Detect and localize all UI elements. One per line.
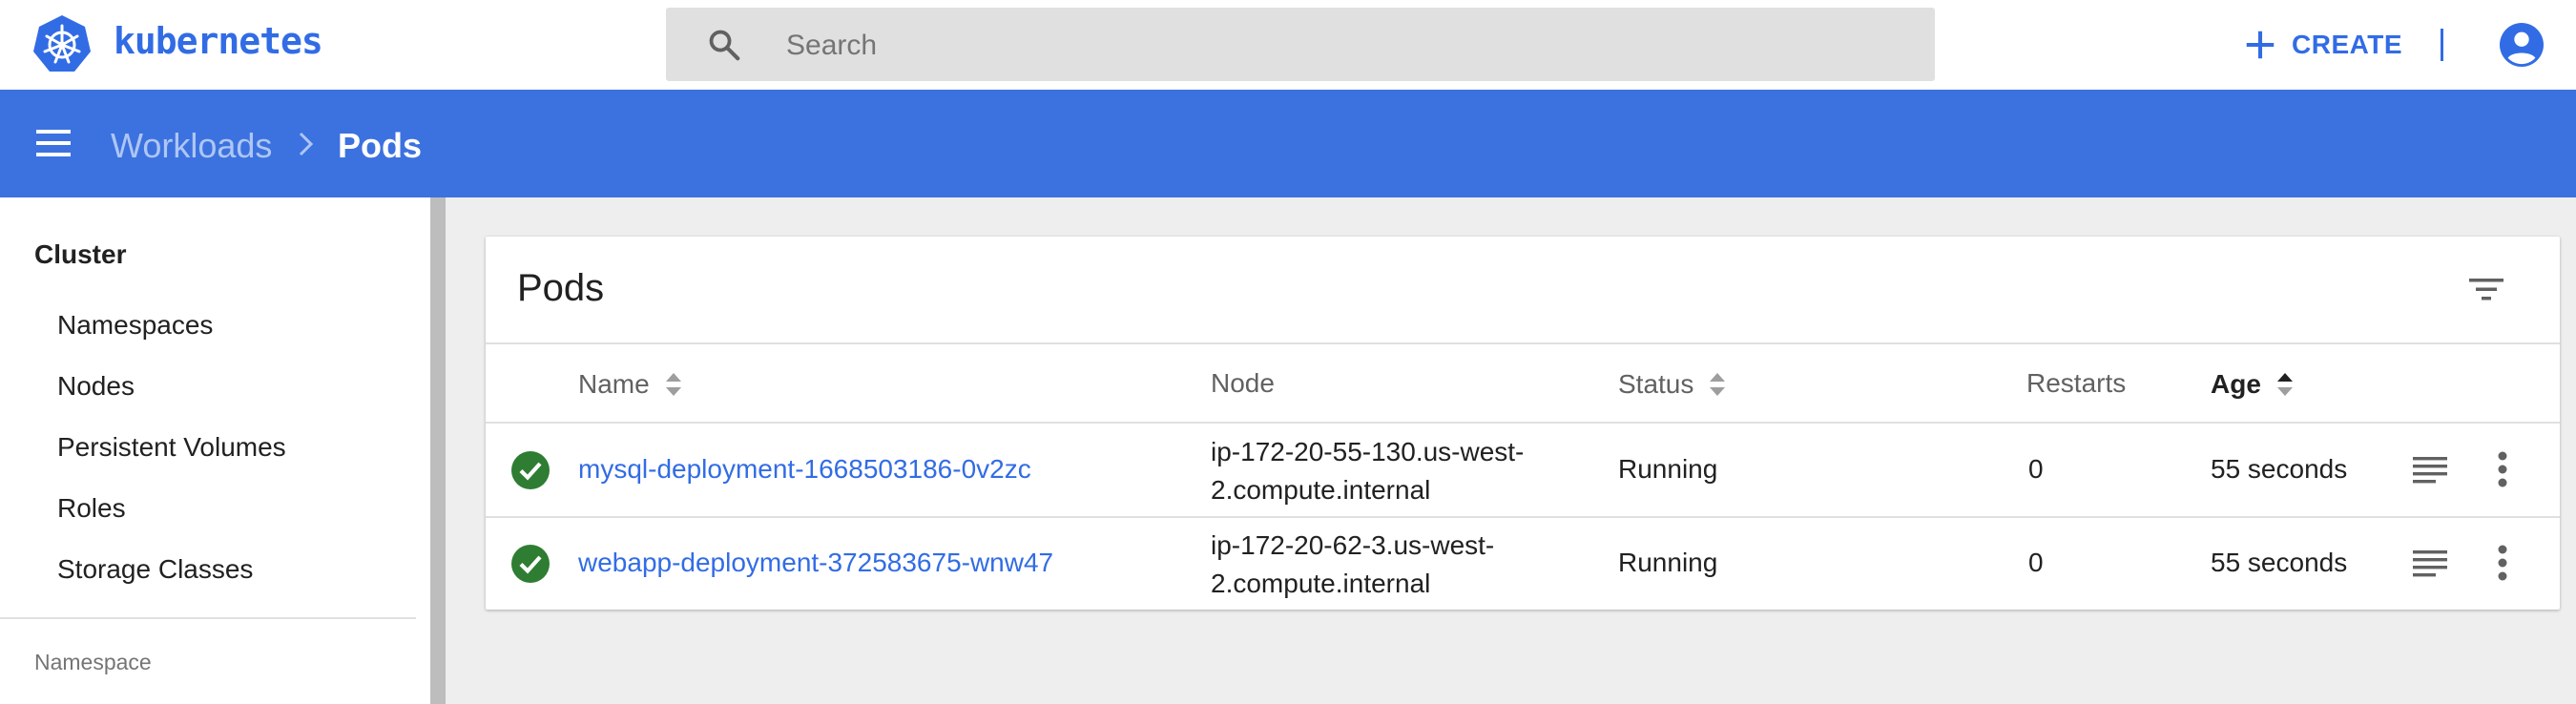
- logs-icon[interactable]: [2413, 548, 2447, 578]
- pod-age: 55 seconds: [2211, 548, 2348, 577]
- sidebar-heading-cluster[interactable]: Cluster: [34, 239, 126, 270]
- chevron-right-icon: [299, 132, 314, 156]
- sidebar-item-nodes[interactable]: Nodes: [57, 371, 135, 402]
- pod-node: ip-172-20-55-130.us-west-2.compute.inter…: [1211, 437, 1525, 505]
- column-label-status: Status: [1618, 369, 1694, 399]
- column-header-status[interactable]: Status: [1618, 368, 1728, 401]
- column-label-node: Node: [1211, 368, 1275, 398]
- pod-name-link[interactable]: webapp-deployment-372583675-wnw47: [578, 548, 1053, 578]
- sidebar-item-storage-classes[interactable]: Storage Classes: [57, 554, 253, 585]
- more-vert-icon[interactable]: [2497, 544, 2508, 582]
- pods-card: Pods Name Node Status Restarts Age mysql…: [486, 237, 2560, 610]
- pod-name-link[interactable]: mysql-deployment-1668503186-0v2zc: [578, 454, 1031, 485]
- sidebar-item-persistent-volumes[interactable]: Persistent Volumes: [57, 432, 286, 463]
- sort-arrows-icon[interactable]: [2275, 368, 2296, 401]
- pod-node: ip-172-20-62-3.us-west-2.compute.interna…: [1211, 530, 1495, 598]
- check-circle-icon: [511, 451, 550, 489]
- column-label-age: Age: [2211, 369, 2261, 399]
- kubernetes-logo-icon[interactable]: [31, 13, 93, 74]
- card-title: Pods: [517, 267, 605, 309]
- search-input[interactable]: [784, 8, 1914, 83]
- sidebar-divider: [0, 617, 416, 619]
- table-row: mysql-deployment-1668503186-0v2zc ip-172…: [486, 424, 2560, 516]
- create-button[interactable]: CREATE: [2242, 21, 2402, 69]
- column-header-restarts: Restarts: [2026, 368, 2126, 399]
- card-header-divider: [486, 342, 2560, 344]
- filter-icon[interactable]: [2466, 272, 2506, 306]
- brand-name[interactable]: kubernetes: [114, 20, 323, 62]
- sort-arrows-icon[interactable]: [663, 368, 684, 401]
- toolbar-divider: [2441, 29, 2443, 61]
- logs-icon[interactable]: [2413, 454, 2447, 485]
- column-header-node: Node: [1211, 368, 1275, 399]
- pod-status: Running: [1618, 548, 1718, 577]
- breadcrumb-current: Pods: [338, 126, 423, 165]
- column-header-age[interactable]: Age: [2211, 368, 2296, 401]
- sidebar-item-roles[interactable]: Roles: [57, 493, 126, 524]
- column-header-name[interactable]: Name: [578, 368, 684, 401]
- sidebar-scrollbar[interactable]: [430, 197, 446, 704]
- check-circle-icon: [511, 545, 550, 583]
- search-bar[interactable]: [666, 8, 1935, 83]
- more-vert-icon[interactable]: [2497, 450, 2508, 488]
- search-icon: [709, 30, 740, 61]
- plus-icon: [2246, 31, 2275, 59]
- sort-arrows-icon[interactable]: [1707, 368, 1728, 401]
- title-bar: Workloads Pods: [0, 90, 2576, 197]
- pod-age: 55 seconds: [2211, 454, 2348, 484]
- sidebar: Cluster Namespaces Nodes Persistent Volu…: [0, 197, 430, 704]
- top-bar: kubernetes CREATE: [0, 0, 2576, 90]
- table-row: webapp-deployment-372583675-wnw47 ip-172…: [486, 517, 2560, 610]
- column-label-name: Name: [578, 369, 650, 399]
- pod-restarts: 0: [2028, 454, 2044, 484]
- sidebar-section-namespace: Namespace: [34, 650, 152, 674]
- sidebar-item-namespaces[interactable]: Namespaces: [57, 310, 213, 341]
- column-label-restarts: Restarts: [2026, 368, 2127, 398]
- pod-status: Running: [1618, 454, 1718, 484]
- create-button-label: CREATE: [2292, 30, 2403, 59]
- breadcrumb-workloads[interactable]: Workloads: [111, 126, 272, 166]
- account-circle-icon[interactable]: [2500, 23, 2544, 67]
- pod-restarts: 0: [2028, 548, 2044, 577]
- hamburger-menu-icon[interactable]: [34, 126, 73, 160]
